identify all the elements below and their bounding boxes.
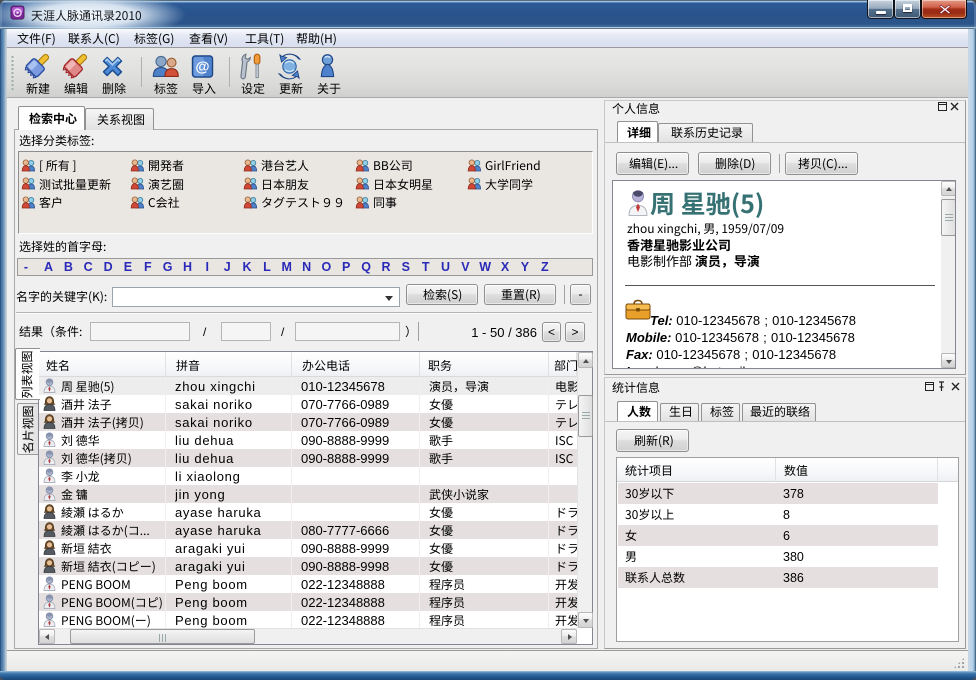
svg-text:@: @ [195, 60, 209, 76]
